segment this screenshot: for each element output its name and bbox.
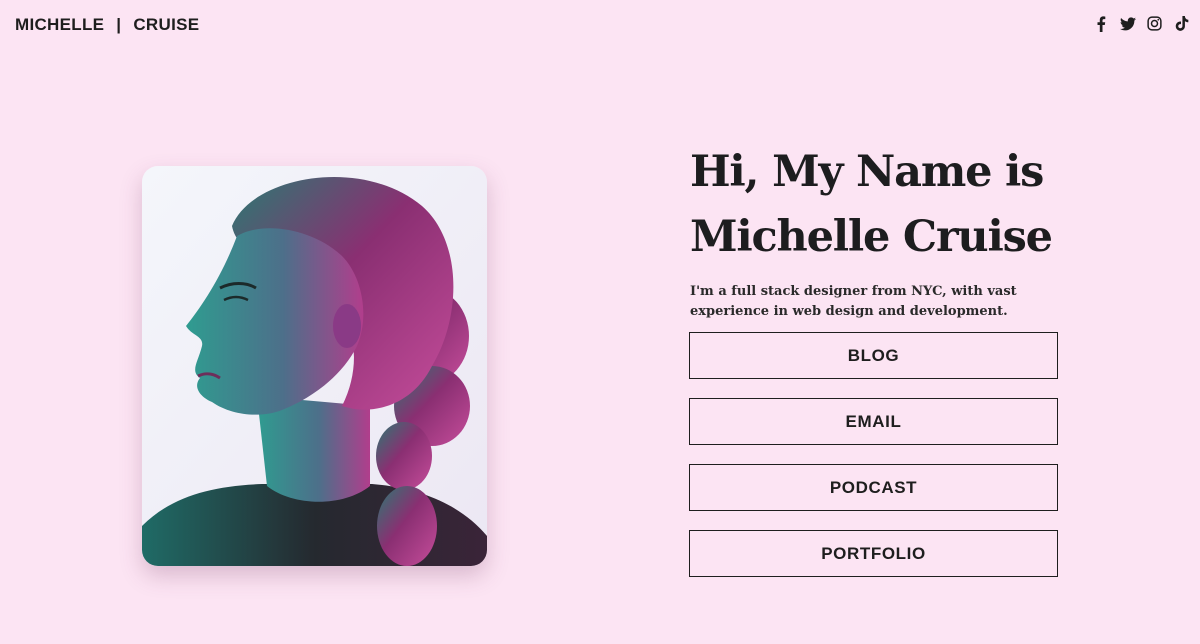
hero-heading-line2: Michelle Cruise: [690, 212, 1053, 262]
hero-heading: Hi, My Name is Michelle Cruise: [690, 140, 1090, 270]
brand-separator: |: [116, 15, 122, 34]
profile-photo: [142, 166, 487, 566]
hero-description: I'm a full stack designer from NYC, with…: [690, 284, 1017, 319]
instagram-icon[interactable]: [1146, 15, 1163, 32]
podcast-button[interactable]: PODCAST: [689, 464, 1058, 511]
portrait-illustration: [142, 166, 487, 566]
brand-logo[interactable]: MICHELLE | CRUISE: [15, 15, 199, 35]
brand-last-name: CRUISE: [133, 15, 200, 34]
hero-heading-line1: Hi, My Name is: [690, 147, 1044, 197]
brand-first-name: MICHELLE: [15, 15, 105, 34]
facebook-icon[interactable]: [1092, 15, 1109, 32]
hero-section: Hi, My Name is Michelle Cruise I'm a ful…: [690, 140, 1090, 321]
twitter-icon[interactable]: [1119, 15, 1136, 32]
email-button[interactable]: EMAIL: [689, 398, 1058, 445]
social-links: [1092, 15, 1190, 32]
tiktok-icon[interactable]: [1173, 15, 1190, 32]
link-buttons: BLOG EMAIL PODCAST PORTFOLIO: [689, 332, 1058, 596]
portfolio-button[interactable]: PORTFOLIO: [689, 530, 1058, 577]
blog-button[interactable]: BLOG: [689, 332, 1058, 379]
